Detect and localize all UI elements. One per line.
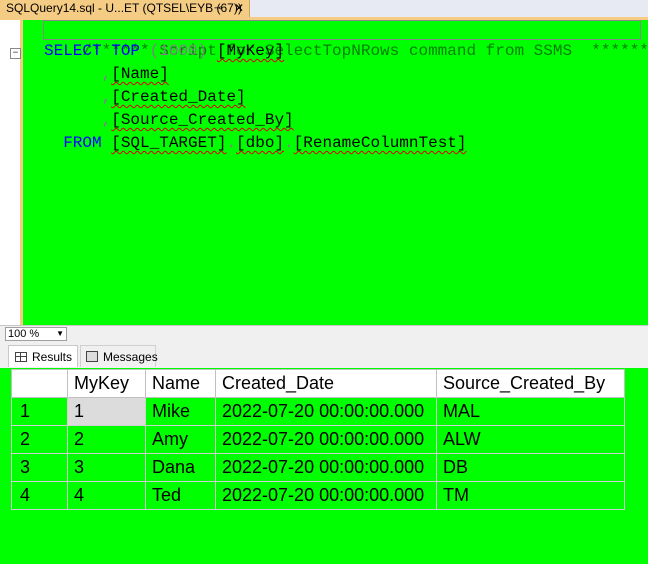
cell-source-created-by[interactable]: ALW [436,425,625,454]
row-number[interactable]: 3 [11,453,68,482]
chevron-down-icon: ▼ [56,329,64,338]
cell-name[interactable]: Mike [145,397,216,426]
tab-messages-label: Messages [103,350,158,364]
column-header-mykey[interactable]: MyKey [67,369,146,398]
dot: . [284,134,294,152]
query-tab[interactable]: SQLQuery14.sql - U...ET (QTSEL\EYB (67))… [0,0,250,17]
dot: . [226,134,237,152]
row-number[interactable]: 2 [11,425,68,454]
cell-mykey[interactable]: 1 [67,397,146,426]
row-number[interactable]: 1 [11,397,68,426]
cell-created-date[interactable]: 2022-07-20 00:00:00.000 [215,425,437,454]
results-grid: MyKey Name Created_Date Source_Created_B… [11,369,625,510]
comma: , [101,111,112,129]
cell-created-date[interactable]: 2022-07-20 00:00:00.000 [215,481,437,510]
tab-results[interactable]: Results [8,345,78,367]
code-line-3: ,[Name] [44,63,169,86]
editor-margin [0,20,23,325]
column-header-rownum[interactable] [11,369,68,398]
keyword-from: FROM [63,134,102,152]
messages-icon [86,351,98,362]
tab-results-label: Results [32,350,73,364]
results-tab-strip: Results Messages [0,342,648,368]
column-header-created-date[interactable]: Created_Date [215,369,437,398]
results-pane: MyKey Name Created_Date Source_Created_B… [0,368,648,564]
zoom-dropdown[interactable]: 100 % ▼ [5,327,67,341]
cell-source-created-by[interactable]: TM [436,481,625,510]
query-editor[interactable]: /****** Script for SelectTopNRows comman… [23,20,648,325]
cell-source-created-by[interactable]: MAL [436,397,625,426]
table-row[interactable]: 2 2 Amy 2022-07-20 00:00:00.000 ALW [11,425,625,454]
cell-created-date[interactable]: 2022-07-20 00:00:00.000 [215,453,437,482]
keyword-select: SELECT [44,42,102,60]
cell-mykey[interactable]: 4 [67,481,146,510]
header-row: MyKey Name Created_Date Source_Created_B… [11,369,625,398]
column-header-name[interactable]: Name [145,369,216,398]
close-icon[interactable]: ✕ [234,0,244,17]
row-number[interactable]: 4 [11,481,68,510]
pin-icon[interactable]: ⊸ [214,0,222,17]
cell-mykey[interactable]: 3 [67,453,146,482]
cell-created-date[interactable]: 2022-07-20 00:00:00.000 [215,397,437,426]
zoom-value: 100 % [8,328,40,340]
query-tab-title: SQLQuery14.sql - U...ET (QTSEL\EYB (67)) [6,1,242,15]
code-line-1: /****** Script for SelectTopNRows comman… [44,20,648,60]
code-line-2: SELECT TOP (1000) [MyKey] [44,40,284,63]
cell-source-created-by[interactable]: DB [436,453,625,482]
table-row[interactable]: 1 1 Mike 2022-07-20 00:00:00.000 MAL [11,397,625,426]
tab-messages[interactable]: Messages [80,345,158,367]
code-line-5: ,[Source_Created_By] [44,109,294,132]
schema-name: [dbo] [236,134,285,152]
comma: , [101,65,112,83]
column-name: [Name] [111,65,169,83]
column-header-source-created-by[interactable]: Source_Created_By [436,369,625,398]
table-row[interactable]: 3 3 Dana 2022-07-20 00:00:00.000 DB [11,453,625,482]
cell-name[interactable]: Amy [145,425,216,454]
table-row[interactable]: 4 4 Ted 2022-07-20 00:00:00.000 TM [11,481,625,510]
document-tab-strip: SQLQuery14.sql - U...ET (QTSEL\EYB (67))… [0,0,648,17]
comma: , [101,88,112,106]
database-name: [SQL_TARGET] [111,134,227,152]
top-count: (1000) [149,42,208,60]
cell-name[interactable]: Dana [145,453,216,482]
grid-icon [15,352,27,362]
column-mykey: [MyKey] [216,42,285,60]
column-created-date: [Created_Date] [111,88,246,106]
collapse-toggle-icon[interactable]: − [10,48,21,59]
table-name: [RenameColumnTest] [293,134,467,152]
code-line-6: FROM [SQL_TARGET].[dbo].[RenameColumnTes… [44,132,467,155]
cell-mykey[interactable]: 2 [67,425,146,454]
code-line-4: ,[Created_Date] [44,86,246,109]
keyword-top: TOP [111,42,141,60]
column-source-created-by: [Source_Created_By] [111,111,294,129]
cell-name[interactable]: Ted [145,481,216,510]
zoom-bar: 100 % ▼ [0,325,648,342]
